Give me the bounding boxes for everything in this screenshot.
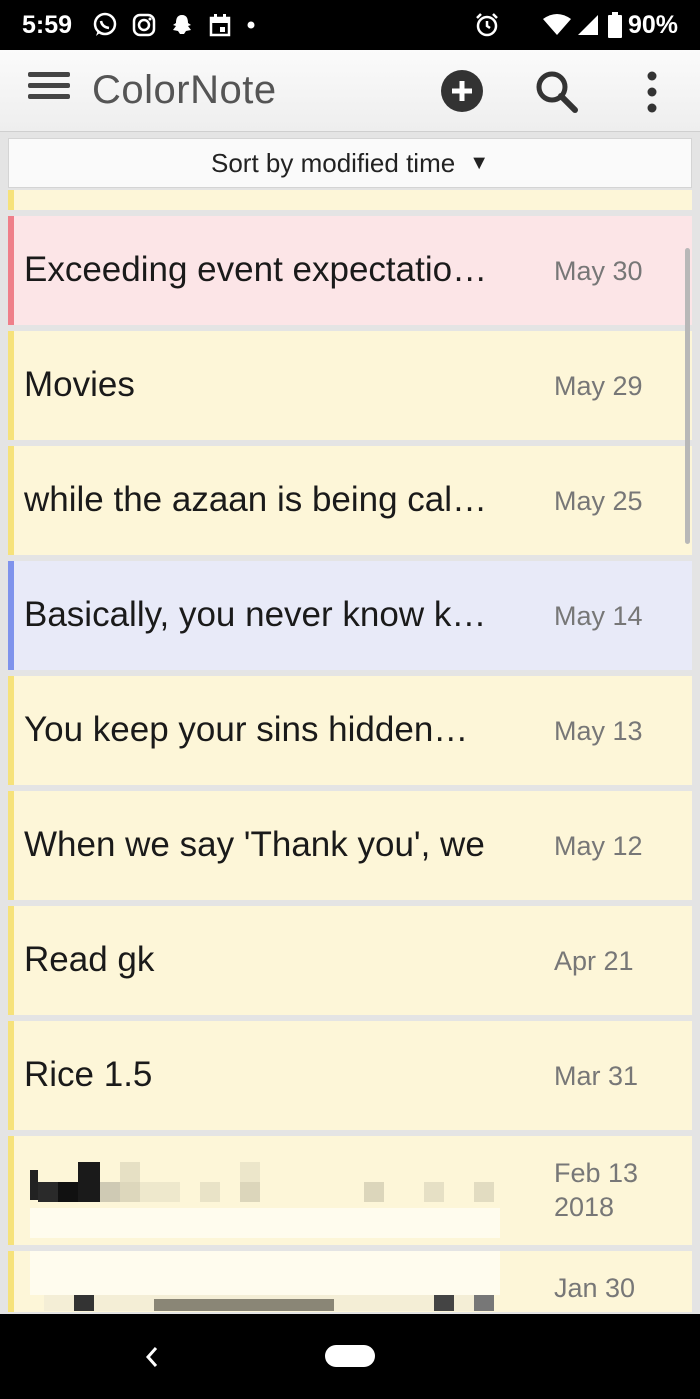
list-item[interactable]: Jan 30 xyxy=(8,1251,692,1312)
note-date: Apr 21 xyxy=(554,946,634,976)
note-title: Movies xyxy=(24,365,135,404)
search-icon xyxy=(536,71,578,113)
list-item[interactable]: Basically, you never know k… May 14 xyxy=(8,561,692,670)
note-title: Rice 1.5 xyxy=(24,1055,153,1094)
calendar-icon xyxy=(208,13,232,37)
list-item[interactable]: When we say 'Thank you', we May 12 xyxy=(8,791,692,900)
alarm-icon xyxy=(474,12,500,38)
dot-icon xyxy=(246,20,256,30)
status-time: 5:59 xyxy=(22,10,73,39)
dropdown-arrow-icon: ▼ xyxy=(469,151,489,174)
whatsapp-icon xyxy=(92,12,118,38)
home-pill-button[interactable] xyxy=(325,1345,375,1367)
list-item[interactable]: Movies May 29 xyxy=(8,331,692,440)
note-date: May 12 xyxy=(554,831,643,861)
list-item[interactable]: while the azaan is being cal… May 25 xyxy=(8,446,692,555)
instagram-icon xyxy=(132,13,156,37)
note-title: while the azaan is being cal… xyxy=(24,480,488,519)
battery-percent: 90% xyxy=(627,10,678,39)
note-title: When we say 'Thank you', we xyxy=(24,825,485,864)
list-item[interactable]: You keep your sins hidden… May 13 xyxy=(8,676,692,785)
note-title: Read gk xyxy=(24,940,155,979)
note-date: May 13 xyxy=(554,716,643,746)
battery-icon xyxy=(607,12,622,38)
note-date: May 29 xyxy=(554,371,643,401)
more-options-button[interactable] xyxy=(637,70,667,114)
more-vert-icon xyxy=(647,71,657,113)
back-icon[interactable] xyxy=(140,1342,164,1372)
hamburger-menu-icon[interactable] xyxy=(28,72,70,110)
screen: 5:59 90% ColorNote Sort by modified time… xyxy=(0,0,700,1399)
notes-list[interactable]: Exceeding event expectatio… May 30 Movie… xyxy=(0,190,700,1312)
scrollbar[interactable] xyxy=(685,248,690,544)
list-item[interactable]: Exceeding event expectatio… May 30 xyxy=(8,216,692,325)
list-item[interactable]: Feb 13 2018 xyxy=(8,1136,692,1245)
note-title: You keep your sins hidden… xyxy=(24,710,469,749)
search-button[interactable] xyxy=(533,68,581,116)
note-date: Mar 31 xyxy=(554,1061,639,1091)
note-date: May 30 xyxy=(554,256,643,286)
sort-label: Sort by modified time xyxy=(210,147,456,178)
note-title: Basically, you never know k… xyxy=(24,595,487,634)
app-bar: ColorNote xyxy=(0,50,700,132)
navigation-bar xyxy=(0,1314,700,1399)
app-title: ColorNote xyxy=(92,68,277,112)
list-item[interactable]: Read gk Apr 21 xyxy=(8,906,692,1015)
list-item[interactable]: Rice 1.5 Mar 31 xyxy=(8,1021,692,1130)
note-date: Feb 13 2018 xyxy=(554,1158,639,1222)
snapchat-icon xyxy=(170,13,194,37)
signal-icon xyxy=(576,13,600,37)
status-bar: 5:59 90% xyxy=(0,0,700,50)
redacted-title xyxy=(24,1251,514,1311)
note-date: May 14 xyxy=(554,601,643,631)
plus-circle-icon xyxy=(441,70,483,112)
status-right: 90% xyxy=(474,11,678,40)
list-item[interactable] xyxy=(8,190,692,210)
wifi-icon xyxy=(542,13,572,37)
note-date: Jan 30 xyxy=(554,1273,636,1303)
note-title: Exceeding event expectatio… xyxy=(24,250,488,289)
redacted-title xyxy=(24,1160,514,1238)
note-date: May 25 xyxy=(554,486,643,516)
add-note-button[interactable] xyxy=(440,69,484,113)
sort-dropdown[interactable]: Sort by modified time ▼ xyxy=(8,138,692,188)
